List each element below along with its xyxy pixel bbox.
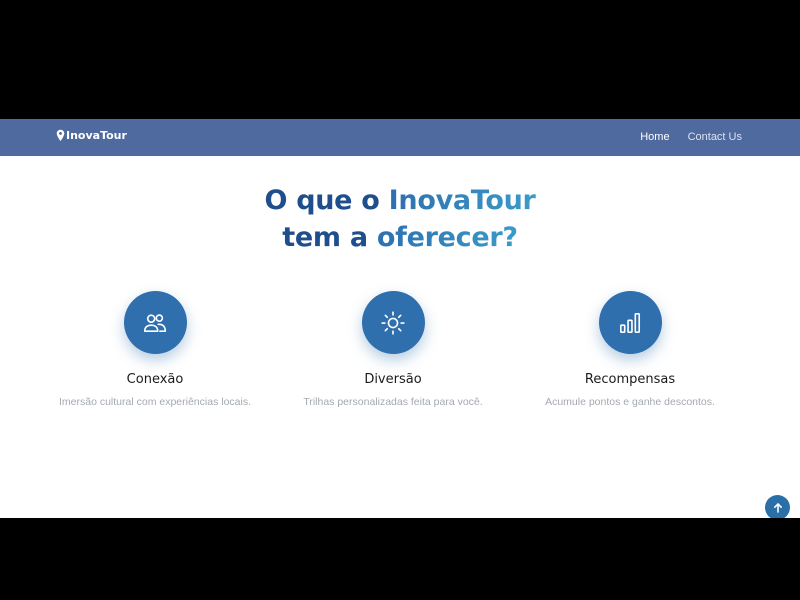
nav-link-contact-us[interactable]: Contact Us: [688, 131, 742, 143]
location-pin-icon: [56, 129, 65, 142]
feature-description: Imersão cultural com experiências locais…: [59, 396, 251, 408]
brand-logo[interactable]: InovaTour: [56, 129, 127, 142]
navbar: InovaTour Home Contact Us: [0, 119, 800, 156]
sun-icon: [381, 310, 405, 335]
feature-description: Acumule pontos e ganhe descontos.: [545, 396, 715, 408]
feature-card-recompensas: Recompensas Acumule pontos e ganhe desco…: [510, 291, 750, 408]
feature-description: Trilhas personalizadas feita para você.: [303, 396, 483, 408]
feature-card-conexao: Conexão Imersão cultural com experiência…: [35, 291, 275, 408]
section-heading: O que o InovaTour tem a oferecer?: [0, 182, 800, 256]
heading-line2-dark: tem a: [282, 222, 368, 253]
users-icon: [143, 313, 167, 332]
back-to-top-button[interactable]: [765, 495, 790, 518]
feature-title: Diversão: [364, 372, 422, 387]
arrow-up-icon: [773, 502, 782, 513]
feature-icon-circle: [123, 291, 187, 354]
feature-card-diversao: Diversão Trilhas personalizadas feita pa…: [273, 291, 513, 408]
bar-chart-icon: [619, 312, 641, 333]
feature-title: Conexão: [126, 372, 184, 387]
nav-links: Home Contact Us: [622, 131, 742, 143]
heading-line2-accent: oferecer?: [376, 222, 518, 253]
heading-line1-dark: O que o: [264, 185, 380, 216]
feature-title: Recompensas: [584, 372, 676, 387]
brand-name: InovaTour: [66, 129, 127, 142]
feature-icon-circle: [598, 291, 662, 354]
nav-link-home[interactable]: Home: [640, 131, 669, 143]
page-viewport: InovaTour Home Contact Us O que o InovaT…: [0, 119, 800, 518]
feature-icon-circle: [361, 291, 425, 354]
heading-line1-accent: InovaTour: [388, 185, 536, 216]
